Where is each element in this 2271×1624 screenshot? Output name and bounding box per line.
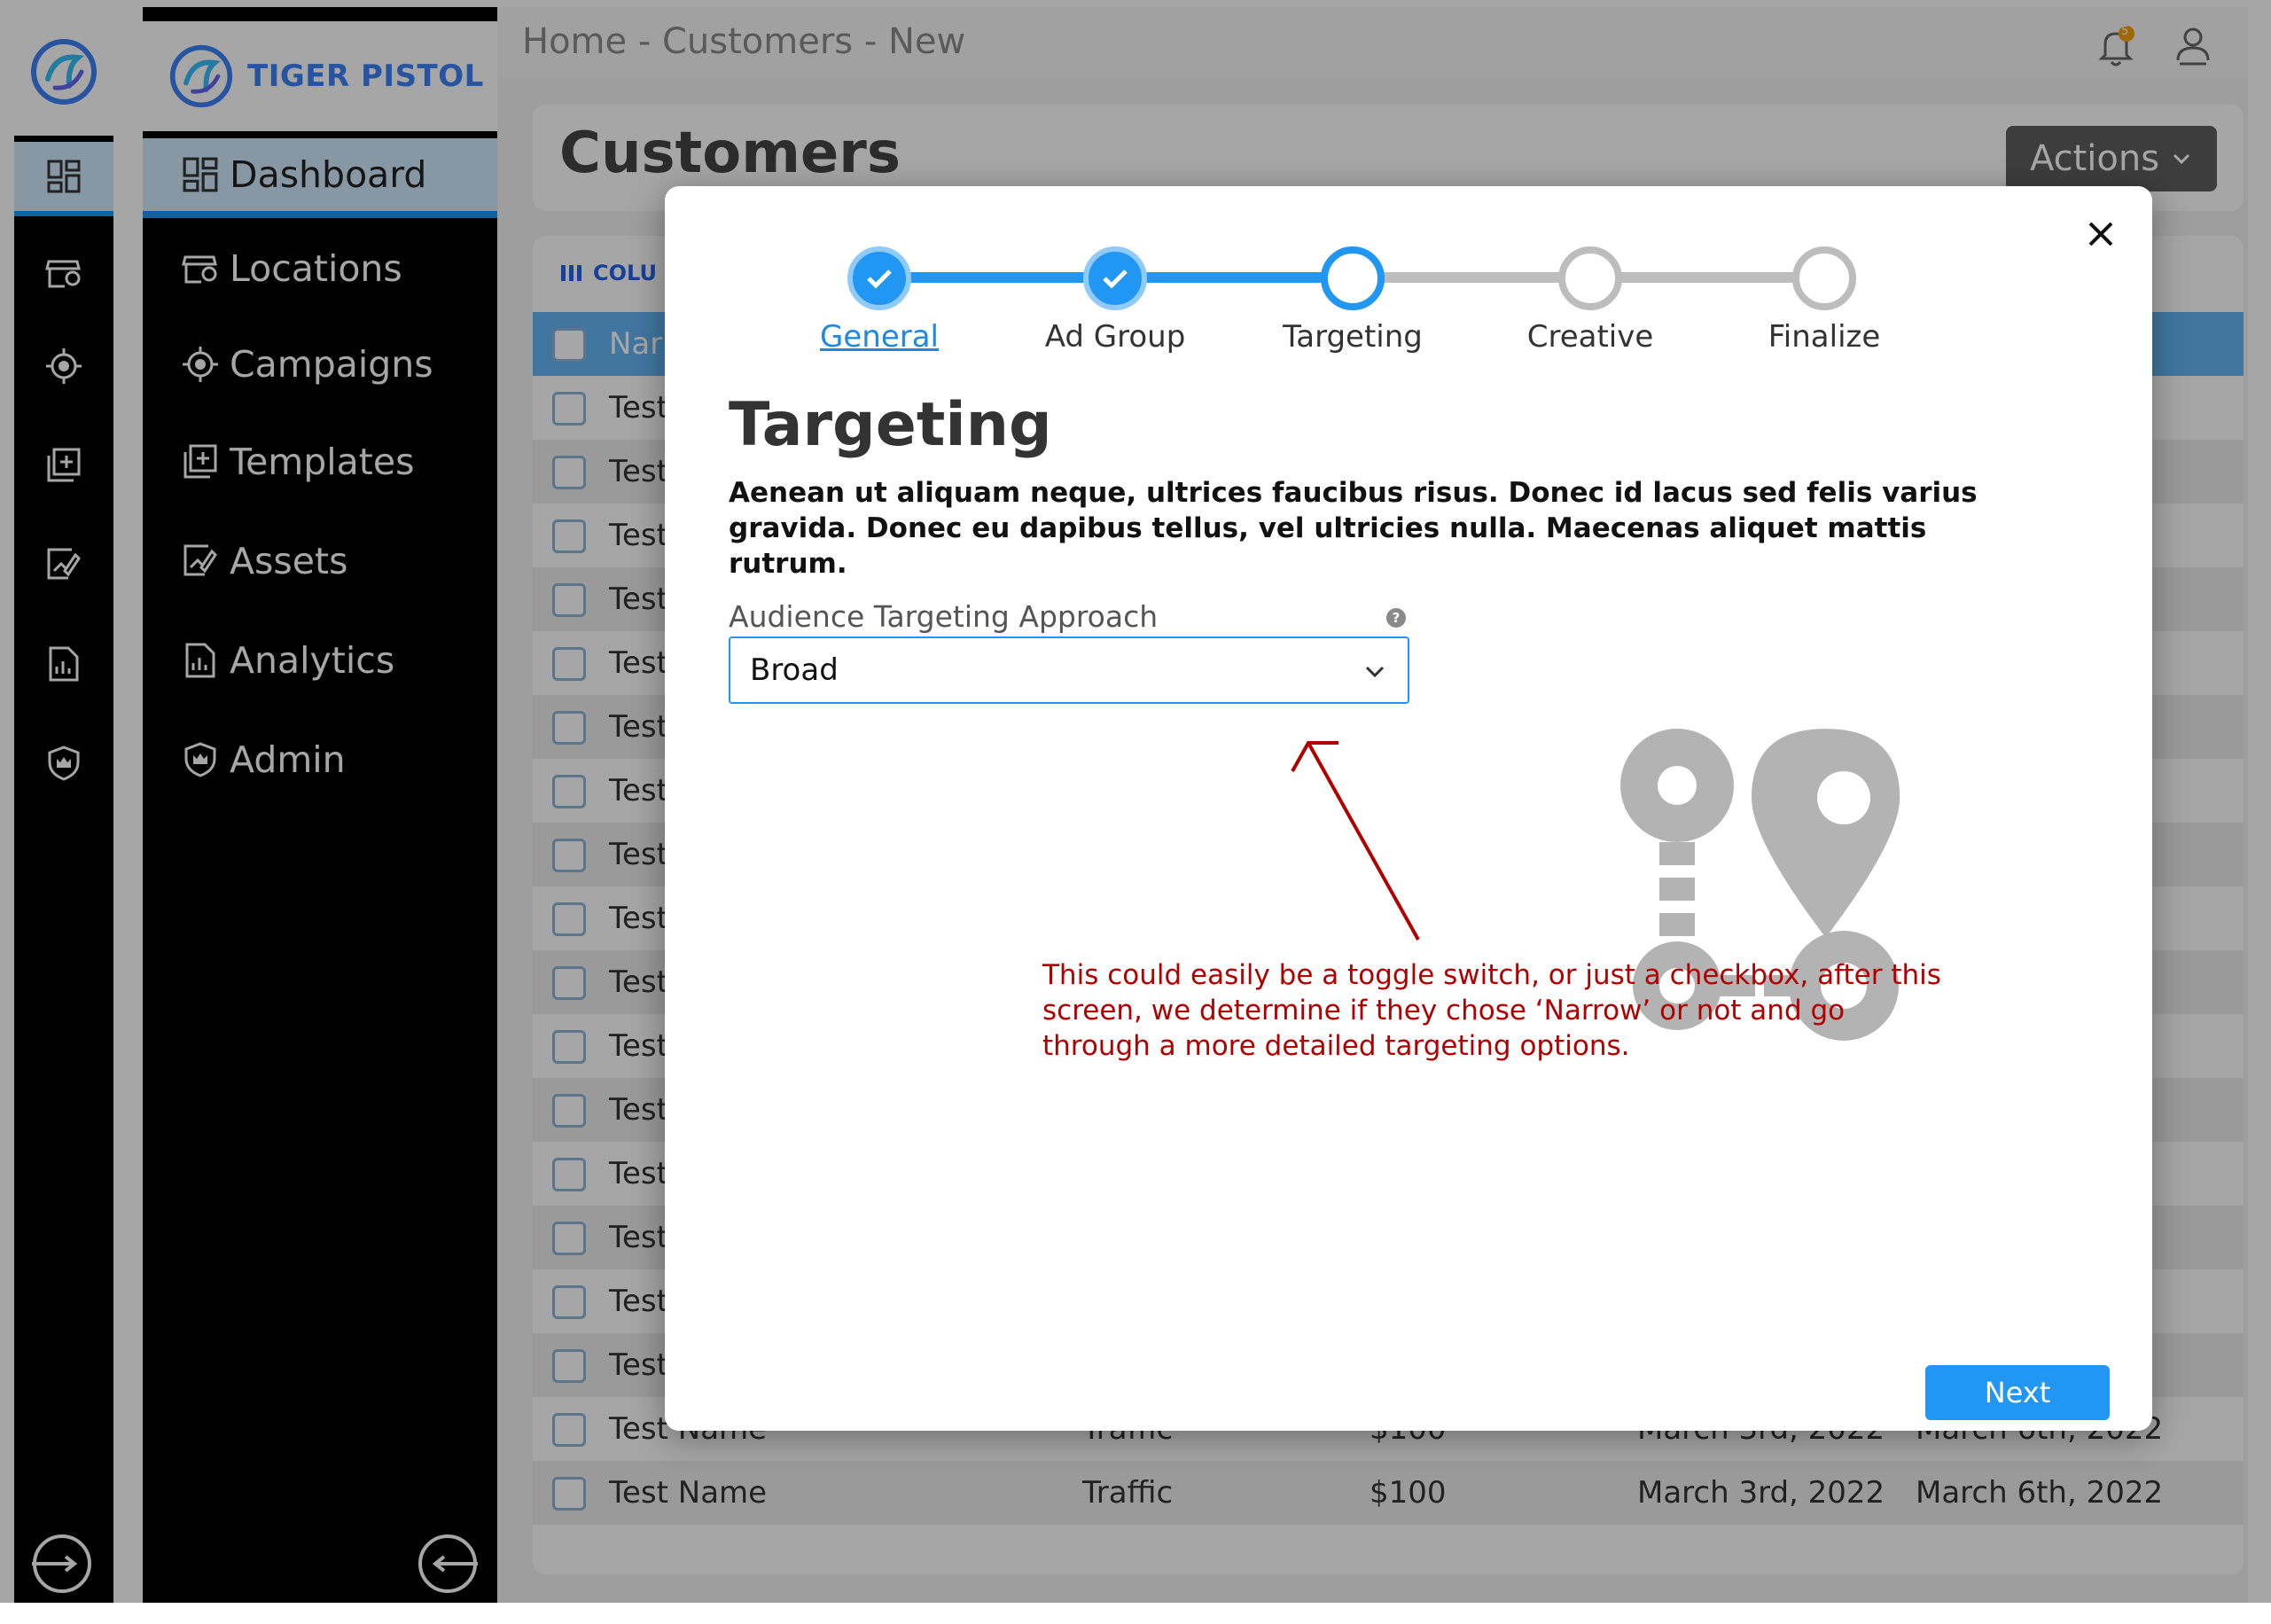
step-creative-indicator (1558, 246, 1622, 310)
modal-description: Aenean ut aliquam neque, ultrices faucib… (729, 477, 1978, 580)
next-button[interactable]: Next (1925, 1365, 2110, 1420)
step-ad-group-indicator[interactable] (1083, 246, 1147, 310)
check-icon (1103, 269, 1128, 289)
step-general-indicator[interactable] (847, 246, 911, 310)
close-icon (2088, 222, 2113, 246)
step-ad-group-label: Ad Group (1044, 319, 1186, 355)
modal-title: Targeting (729, 390, 1052, 460)
chevron-down-icon (1365, 666, 1385, 678)
help-icon[interactable]: ? (1386, 608, 1406, 628)
step-finalize-label: Finalize (1768, 319, 1881, 355)
close-button[interactable] (2083, 216, 2119, 252)
targeting-modal: General Ad Group Targeting Creative Fina… (665, 186, 2152, 1431)
step-general-label[interactable]: General (764, 319, 995, 355)
step-creative-label: Creative (1526, 319, 1654, 355)
annotation-note: This could easily be a toggle switch, or… (1042, 959, 1941, 1062)
step-targeting-label: Targeting (1283, 319, 1423, 355)
audience-approach-select[interactable]: Broad (729, 636, 1409, 704)
step-targeting-indicator[interactable] (1321, 246, 1385, 310)
audience-approach-label: Audience Targeting Approach (729, 599, 1159, 634)
step-finalize-indicator (1792, 246, 1856, 310)
check-icon (867, 269, 892, 289)
audience-approach-value: Broad (750, 652, 839, 688)
